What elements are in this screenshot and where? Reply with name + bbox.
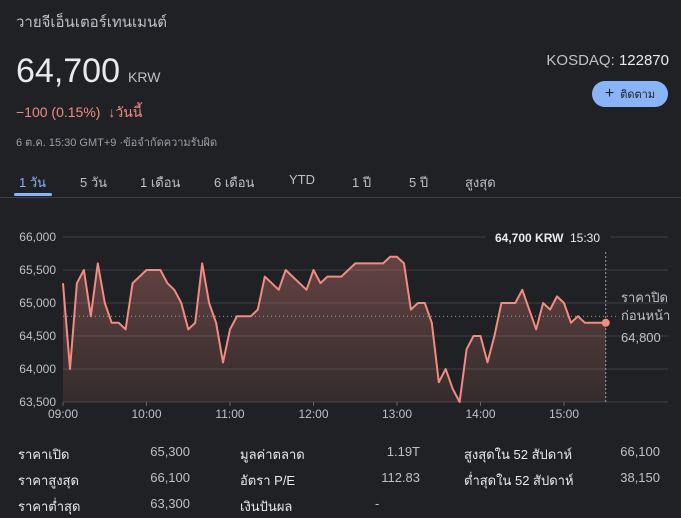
x-tick-label: 15:00 [549,407,579,421]
x-tick-label: 10:00 [131,407,161,421]
prev-close-label-1: ราคาปิด [621,290,668,305]
stat-value: 1.19T [386,444,420,459]
prev-close-label-2: ก่อนหน้า [621,308,670,323]
stat-label: ต่ำสุดใน 52 สัปดาห์ [464,473,574,488]
y-tick-label: 65,000 [19,296,56,310]
stat-value: 38,150 [620,470,660,485]
stat-value: - [375,496,380,511]
stat-open: ราคาเปิด 65,300 [18,444,198,466]
stat-52wk-low: ต่ำสุดใน 52 สัปดาห์ 38,150 [464,470,660,492]
tooltip: 64,700 KRW 15:30 [486,225,610,249]
stat-label: ราคาต่ำสุด [18,499,81,514]
x-tick-label: 14:00 [465,407,495,421]
stat-low: ราคาต่ำสุด 63,300 [18,496,198,518]
stat-label: ราคาสูงสุด [18,473,79,488]
stat-pe-ratio: อัตรา P/E 112.83 [240,470,442,492]
stat-label: ราคาเปิด [18,447,70,462]
y-tick-label: 64,500 [19,329,56,343]
stat-label: สูงสุดใน 52 สัปดาห์ [464,447,573,462]
previous-close-label: ราคาปิด ก่อนหน้า 64,800 [621,290,670,345]
stat-high: ราคาสูงสุด 66,100 [18,470,198,492]
stat-value: 63,300 [150,496,190,511]
stat-dividend: เงินปันผล - [240,496,442,518]
stat-value: 65,300 [150,444,190,459]
x-tick-label: 11:00 [215,407,244,421]
x-axis-ticks: 09:00 10:00 11:00 12:00 13:00 14:00 15:00 [48,402,579,421]
price-chart: 66,00065,50065,00064,50064,00063,500 09:… [19,225,670,421]
stat-label: เงินปันผล [240,499,293,514]
tooltip-time: 15:30 [570,231,600,245]
tooltip-price: 64,700 KRW [495,231,564,245]
stat-52wk-high: สูงสุดใน 52 สัปดาห์ 66,100 [464,444,660,466]
y-tick-label: 64,000 [19,362,56,376]
stat-market-cap: มูลค่าตลาด 1.19T [240,444,442,466]
price-area [63,256,606,402]
y-tick-label: 66,000 [19,230,56,244]
stat-value: 66,100 [620,444,660,459]
y-axis-ticks: 66,00065,50065,00064,50064,00063,500 [19,230,56,409]
x-tick-label: 12:00 [298,407,328,421]
prev-close-value: 64,800 [621,330,661,345]
stat-label: มูลค่าตลาด [240,447,305,462]
stat-value: 66,100 [150,470,190,485]
stat-value: 112.83 [381,470,420,485]
stat-label: อัตรา P/E [240,473,296,488]
current-price-dot [601,318,610,327]
y-tick-label: 65,500 [19,263,56,277]
x-tick-label: 09:00 [48,407,78,421]
x-tick-label: 13:00 [382,407,412,421]
